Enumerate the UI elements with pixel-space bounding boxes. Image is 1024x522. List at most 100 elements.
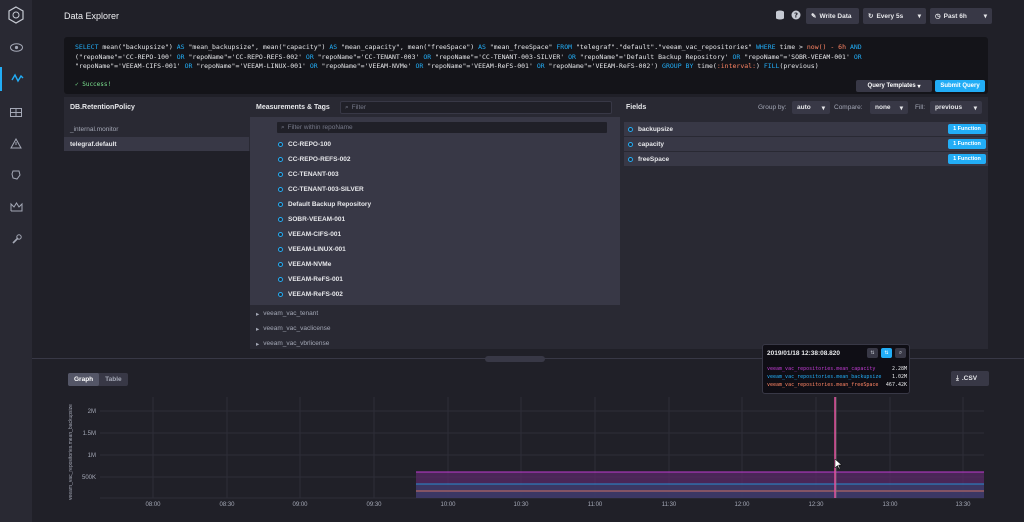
search-icon: ⌕: [345, 103, 349, 111]
measurement-item[interactable]: ▸ veeam_vac_tenant: [256, 306, 318, 321]
x-tick: 09:30: [366, 502, 382, 508]
tag-value-item[interactable]: CC-REPO-100: [278, 137, 331, 152]
help-icon[interactable]: ?: [791, 10, 801, 20]
tooltip-row: veeam_vac_repositories.mean_capacity 2.28…: [767, 366, 907, 372]
write-data-button[interactable]: ✎ Write Data: [806, 8, 859, 24]
function-button[interactable]: 1 Function: [948, 124, 986, 134]
db-item[interactable]: _internal.monitor: [64, 122, 249, 136]
tag-value-item[interactable]: Default Backup Repository: [278, 197, 371, 212]
x-tick: 13:00: [882, 502, 898, 508]
tooltip-row: veeam_vac_repositories.mean_freeSpace 467…: [767, 382, 907, 388]
tag-filter-input[interactable]: ⌕ Filter within repoName: [276, 121, 608, 134]
sidebar-item-config[interactable]: [0, 228, 32, 252]
sidebar-item-kapacitor[interactable]: [0, 164, 32, 188]
y-tick: 1.5M: [83, 431, 96, 437]
tag-value-item[interactable]: CC-TENANT-003: [278, 167, 339, 182]
checkbox-icon: [278, 292, 283, 297]
caret-down-icon: ▾: [983, 13, 987, 20]
tab-table[interactable]: Table: [99, 373, 128, 386]
measurement-item[interactable]: ▸ veeam_vac_vbrlicense: [256, 336, 329, 351]
sidebar-item-admin[interactable]: [0, 196, 32, 220]
caret-down-icon: ▾: [899, 104, 903, 112]
tooltip-row: veeam_vac_repositories.mean_backupsize 1.…: [767, 374, 907, 380]
graph-icon: [10, 73, 24, 85]
measurement-item[interactable]: ▸ veeam_vac_vaclicense: [256, 321, 330, 336]
tag-value-item[interactable]: CC-REPO-REFS-002: [278, 152, 350, 167]
download-icon: ⤓: [956, 374, 959, 382]
measurements-filter-input[interactable]: ⌕ Filter: [340, 101, 612, 114]
tag-value-item[interactable]: CC-TENANT-003-SILVER: [278, 182, 364, 197]
checkbox-icon: [278, 217, 283, 222]
caret-right-icon: ▸: [256, 325, 260, 333]
y-tick: 2M: [88, 409, 96, 415]
field-item[interactable]: freeSpace 1 Function: [624, 152, 988, 166]
db-item-selected[interactable]: telegraf.default: [64, 137, 249, 151]
checkbox-icon: [278, 262, 283, 267]
db-header: DB.RetentionPolicy: [70, 103, 135, 111]
x-tick: 10:00: [440, 502, 456, 508]
sort-alpha-icon[interactable]: ⇅: [867, 348, 878, 358]
alert-icon: [10, 137, 22, 151]
download-csv-button[interactable]: ⤓ .CSV: [951, 371, 989, 386]
view-toggle: Graph Table: [68, 373, 128, 386]
function-button[interactable]: 1 Function: [948, 139, 986, 149]
x-tick: 09:00: [292, 502, 308, 508]
graph-tooltip: 2019/01/18 12:38:08.820 ⇅ ⇅ ⌕ veeam_vac_…: [762, 344, 910, 394]
influx-logo-icon[interactable]: [6, 5, 26, 25]
pencil-icon: ✎: [811, 13, 817, 20]
y-tick: 1M: [88, 453, 96, 459]
query-editor[interactable]: SELECT mean("backupsize") AS "mean_backu…: [64, 37, 988, 94]
tag-value-item[interactable]: VEEAM-NVMe: [278, 257, 331, 272]
clock-icon: ◷: [935, 13, 941, 20]
compare-label: Compare:: [834, 104, 863, 111]
measurements-header: Measurements & Tags: [256, 103, 330, 111]
sidebar-item-dashboards[interactable]: [0, 101, 32, 125]
tag-value-item[interactable]: VEEAM-CIFS-001: [278, 227, 341, 242]
page-title: Data Explorer: [64, 11, 120, 21]
tag-value-item[interactable]: VEEAM-ReFS-002: [278, 287, 343, 302]
submit-query-button[interactable]: Submit Query: [935, 80, 985, 92]
checkbox-icon: [278, 142, 283, 147]
tag-value-item[interactable]: VEEAM-ReFS-001: [278, 272, 343, 287]
query-text[interactable]: SELECT mean("backupsize") AS "mean_backu…: [75, 43, 975, 72]
fill-dropdown[interactable]: previous ▾: [930, 101, 982, 114]
sidebar-item-host-list[interactable]: [0, 36, 32, 60]
refresh-dropdown[interactable]: ↻ Every 5s ▾: [863, 8, 926, 24]
group-by-dropdown[interactable]: auto ▾: [792, 101, 830, 114]
caret-down-icon: ▾: [821, 104, 825, 112]
checkbox-icon: [278, 232, 283, 237]
x-tick: 13:30: [955, 502, 971, 508]
checkbox-icon: [278, 187, 283, 192]
tooltip-time: 2019/01/18 12:38:08.820: [767, 350, 841, 357]
field-item[interactable]: capacity 1 Function: [624, 137, 988, 151]
sort-value-icon[interactable]: ⇅: [881, 348, 892, 358]
checkbox-icon: [278, 202, 283, 207]
x-tick: 10:30: [513, 502, 529, 508]
tab-graph[interactable]: Graph: [68, 373, 100, 386]
group-by-label: Group by:: [758, 104, 787, 111]
success-message: ✓ Success!: [75, 81, 112, 88]
x-tick: 12:00: [734, 502, 750, 508]
query-builder: DB.RetentionPolicy _internal.monitor tel…: [64, 97, 988, 349]
graph-canvas[interactable]: veeam_vac_repositories.mean_backupsize 2…: [64, 392, 988, 522]
tag-value-item[interactable]: VEEAM-LINUX-001: [278, 242, 346, 257]
database-icon[interactable]: [775, 10, 785, 20]
search-icon[interactable]: ⌕: [895, 348, 906, 358]
function-button[interactable]: 1 Function: [948, 154, 986, 164]
x-tick: 11:30: [662, 502, 677, 508]
field-item[interactable]: backupsize 1 Function: [624, 122, 988, 136]
time-range-dropdown[interactable]: ◷ Past 6h ▾: [930, 8, 992, 24]
x-tick: 12:30: [808, 502, 824, 508]
sidebar-item-data-explorer[interactable]: [0, 67, 32, 91]
wrench-icon: [11, 233, 22, 247]
resize-handle[interactable]: [485, 356, 545, 362]
x-tick: 11:00: [588, 502, 603, 508]
sidebar-item-alerting[interactable]: [0, 132, 32, 156]
fill-label: Fill:: [915, 104, 926, 111]
query-templates-dropdown[interactable]: Query Templates ▾: [856, 80, 932, 92]
compare-dropdown[interactable]: none ▾: [870, 101, 908, 114]
y-axis-label: veeam_vac_repositories.mean_backupsize: [68, 404, 74, 500]
checkbox-icon: [278, 157, 283, 162]
svg-text:?: ?: [794, 12, 798, 20]
tag-value-item[interactable]: SOBR-VEEAM-001: [278, 212, 345, 227]
